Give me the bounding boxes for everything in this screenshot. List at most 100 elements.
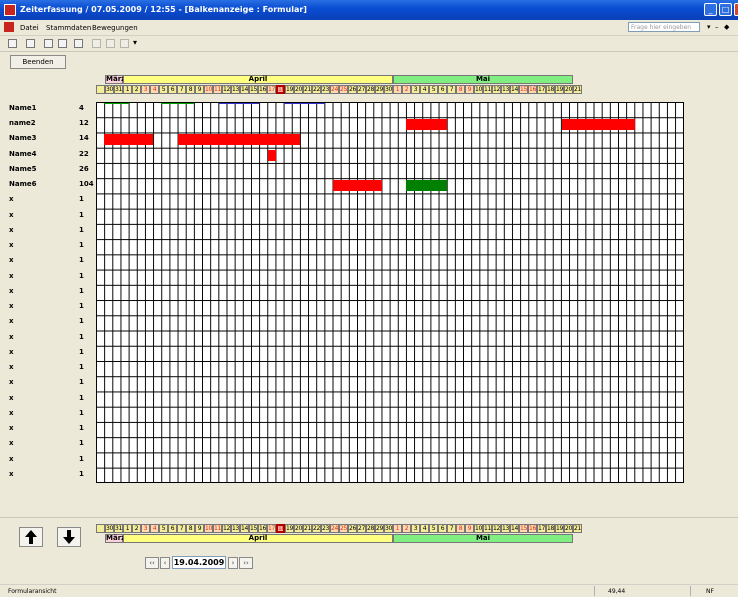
top-day-cell[interactable]: 2 xyxy=(402,85,411,94)
gantt-bar[interactable] xyxy=(406,180,448,192)
top-day-cell[interactable]: 22 xyxy=(312,85,321,94)
top-day-cell[interactable]: 29 xyxy=(375,85,384,94)
doc-minimize-icon[interactable]: – xyxy=(715,23,719,31)
close-button[interactable] xyxy=(734,3,738,16)
last-date-button[interactable]: ›› xyxy=(239,557,253,569)
bottom-day-cell[interactable]: 16 xyxy=(258,524,267,533)
bottom-day-cell[interactable]: 17 xyxy=(267,524,276,533)
bottom-day-cell[interactable]: 7 xyxy=(447,524,456,533)
gantt-bar[interactable] xyxy=(104,134,154,146)
top-day-cell[interactable]: 6 xyxy=(168,85,177,94)
top-day-cell[interactable]: 16 xyxy=(528,85,537,94)
bottom-day-cell[interactable]: 18 xyxy=(276,524,285,533)
menu-bewegungen[interactable]: Bewegungen xyxy=(92,24,138,32)
bottom-day-cell[interactable]: 2 xyxy=(132,524,141,533)
gantt-bar[interactable] xyxy=(561,119,635,131)
top-day-cell[interactable]: 1 xyxy=(393,85,402,94)
top-day-cell[interactable]: 28 xyxy=(366,85,375,94)
form-view-icon[interactable] xyxy=(26,39,35,48)
bottom-day-cell[interactable]: 30 xyxy=(384,524,393,533)
bottom-day-cell[interactable]: 8 xyxy=(456,524,465,533)
bottom-day-cell[interactable]: 11 xyxy=(213,524,222,533)
top-day-cell[interactable]: 14 xyxy=(240,85,249,94)
top-day-cell[interactable]: 11 xyxy=(483,85,492,94)
bottom-day-cell[interactable]: 21 xyxy=(303,524,312,533)
gantt-bar[interactable] xyxy=(267,149,276,161)
top-day-cell[interactable]: 20 xyxy=(294,85,303,94)
top-day-cell[interactable]: 4 xyxy=(150,85,159,94)
next-date-button[interactable]: › xyxy=(228,557,238,569)
bottom-day-cell[interactable]: 9 xyxy=(465,524,474,533)
bottom-day-cell[interactable]: 7 xyxy=(177,524,186,533)
gantt-bar[interactable] xyxy=(332,180,382,192)
top-day-cell[interactable]: 21 xyxy=(573,85,582,94)
bottom-day-cell[interactable]: 10 xyxy=(204,524,213,533)
top-day-cell[interactable]: 30 xyxy=(105,85,114,94)
print-icon[interactable] xyxy=(44,39,53,48)
bottom-day-cell[interactable]: 4 xyxy=(420,524,429,533)
scroll-down-button[interactable] xyxy=(57,527,81,547)
bottom-day-cell[interactable]: 15 xyxy=(519,524,528,533)
bottom-day-cell[interactable]: 24 xyxy=(330,524,339,533)
bottom-day-cell[interactable]: 19 xyxy=(555,524,564,533)
menu-stammdaten[interactable]: Stammdaten xyxy=(46,24,91,32)
bottom-day-cell[interactable]: 12 xyxy=(222,524,231,533)
bottom-day-cell[interactable]: 20 xyxy=(564,524,573,533)
top-day-cell[interactable]: 8 xyxy=(456,85,465,94)
top-day-cell[interactable]: 3 xyxy=(411,85,420,94)
top-day-cell[interactable]: 17 xyxy=(267,85,276,94)
bottom-day-cell[interactable]: 13 xyxy=(501,524,510,533)
toolbar-more-icon[interactable]: ▾ xyxy=(133,38,137,47)
bottom-day-cell[interactable]: 21 xyxy=(573,524,582,533)
top-day-cell[interactable]: 4 xyxy=(420,85,429,94)
top-day-cell[interactable]: 8 xyxy=(186,85,195,94)
bottom-day-cell[interactable] xyxy=(96,524,105,533)
bottom-day-cell[interactable]: 23 xyxy=(321,524,330,533)
top-day-cell[interactable]: 19 xyxy=(285,85,294,94)
bottom-day-cell[interactable]: 6 xyxy=(438,524,447,533)
maximize-button[interactable]: □ xyxy=(719,3,732,16)
gantt-bar[interactable] xyxy=(177,134,301,146)
top-day-cell[interactable]: 17 xyxy=(537,85,546,94)
bottom-day-cell[interactable]: 22 xyxy=(312,524,321,533)
top-day-cell[interactable]: 13 xyxy=(231,85,240,94)
top-day-cell[interactable]: 9 xyxy=(465,85,474,94)
save-icon[interactable] xyxy=(74,39,83,48)
document-icon[interactable] xyxy=(4,22,14,32)
top-day-cell[interactable]: 27 xyxy=(357,85,366,94)
top-day-cell[interactable]: 21 xyxy=(303,85,312,94)
bottom-day-cell[interactable]: 3 xyxy=(141,524,150,533)
bottom-day-cell[interactable]: 28 xyxy=(366,524,375,533)
gantt-bar[interactable] xyxy=(406,119,448,131)
bottom-day-cell[interactable]: 17 xyxy=(537,524,546,533)
bottom-day-cell[interactable]: 12 xyxy=(492,524,501,533)
bottom-day-cell[interactable]: 5 xyxy=(159,524,168,533)
beenden-button[interactable]: Beenden xyxy=(10,55,66,69)
top-day-cell[interactable]: 12 xyxy=(492,85,501,94)
top-day-cell[interactable]: 2 xyxy=(132,85,141,94)
top-day-cell[interactable]: 24 xyxy=(330,85,339,94)
top-day-cell[interactable]: 25 xyxy=(339,85,348,94)
doc-dropdown-icon[interactable]: ▾ xyxy=(707,23,711,31)
top-day-cell[interactable]: 7 xyxy=(447,85,456,94)
bottom-day-cell[interactable]: 19 xyxy=(285,524,294,533)
bottom-day-cell[interactable]: 29 xyxy=(375,524,384,533)
top-day-cell[interactable]: 5 xyxy=(159,85,168,94)
bottom-day-cell[interactable]: 5 xyxy=(429,524,438,533)
bottom-day-cell[interactable]: 10 xyxy=(474,524,483,533)
top-day-cell[interactable]: 23 xyxy=(321,85,330,94)
top-day-cell[interactable]: 14 xyxy=(510,85,519,94)
top-day-cell[interactable]: 18 xyxy=(546,85,555,94)
top-day-cell[interactable]: 1 xyxy=(123,85,132,94)
top-day-cell[interactable]: 6 xyxy=(438,85,447,94)
bottom-day-cell[interactable]: 31 xyxy=(114,524,123,533)
design-view-icon[interactable] xyxy=(8,39,17,48)
bottom-day-cell[interactable]: 27 xyxy=(357,524,366,533)
top-day-cell[interactable]: 7 xyxy=(177,85,186,94)
top-day-cell[interactable]: 20 xyxy=(564,85,573,94)
top-day-cell[interactable]: 5 xyxy=(429,85,438,94)
bottom-day-cell[interactable]: 11 xyxy=(483,524,492,533)
bottom-day-cell[interactable]: 9 xyxy=(195,524,204,533)
top-day-cell[interactable]: 30 xyxy=(384,85,393,94)
bottom-day-cell[interactable]: 18 xyxy=(546,524,555,533)
